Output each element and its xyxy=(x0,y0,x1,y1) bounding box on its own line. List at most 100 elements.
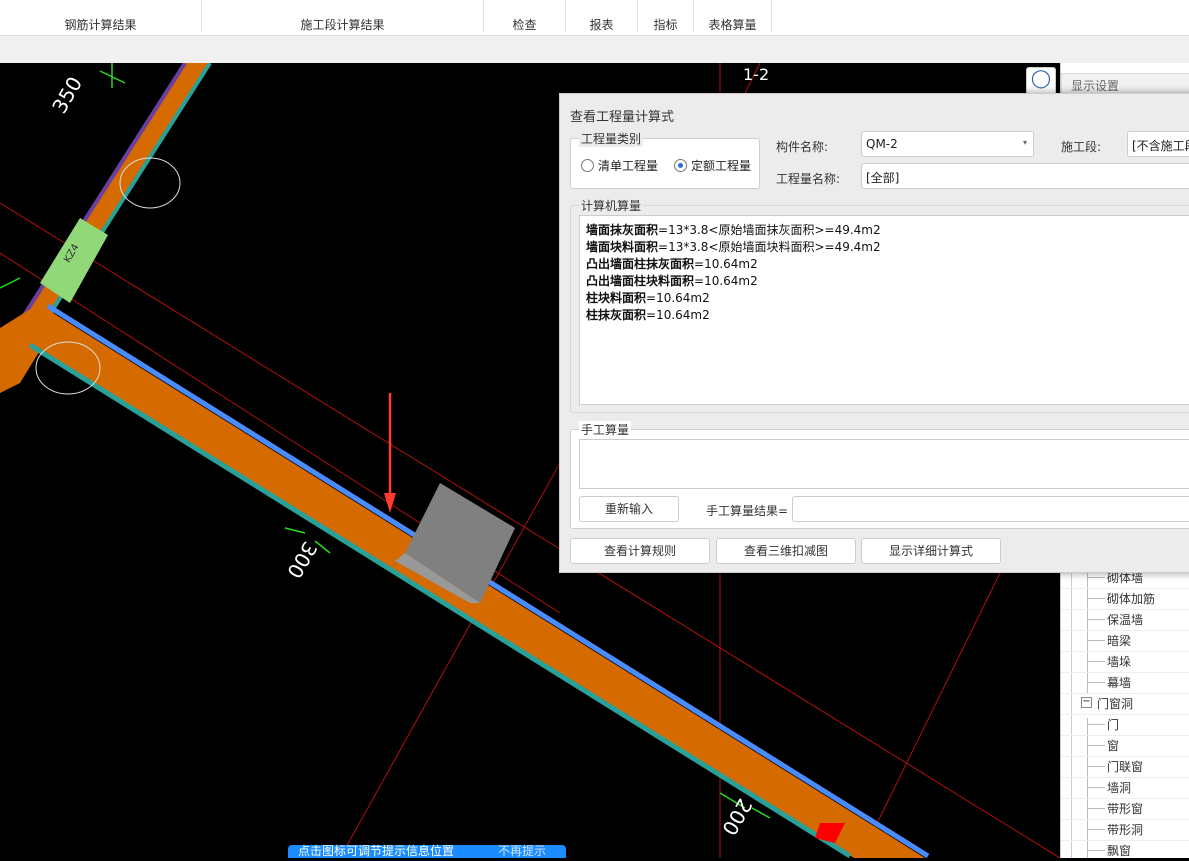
panel-title: 显示设置 xyxy=(1061,73,1189,95)
dialog-title: 查看工程量计算式 xyxy=(570,110,675,125)
manual-quantity-group: 手工算量 重新输入 手工算量结果= xyxy=(570,421,1189,529)
tree-row-divider xyxy=(1061,819,1189,820)
radio-label: 定额工程量 xyxy=(691,159,752,173)
formula-line: 凸出墙面柱块料面积=10.64m2 xyxy=(586,273,1189,290)
tree-item[interactable]: 窗 xyxy=(1107,738,1119,754)
tree-item[interactable]: 墙洞 xyxy=(1107,780,1131,796)
manual-legend: 手工算量 xyxy=(579,421,632,438)
tree-connector xyxy=(1087,829,1105,830)
formula-line: 柱抹灰面积=10.64m2 xyxy=(586,307,1189,324)
chevron-down-icon: ▾ xyxy=(1022,138,1027,147)
tree-row-divider xyxy=(1061,714,1189,715)
formula-line: 凸出墙面柱抹灰面积=10.64m2 xyxy=(586,256,1189,273)
formula-name: 墙面块料面积 xyxy=(586,240,659,254)
tree-connector xyxy=(1087,619,1105,620)
tree-connector xyxy=(1087,640,1105,641)
tree-row-divider xyxy=(1061,609,1189,610)
formula-expression: =10.64m2 xyxy=(646,308,710,322)
manual-result-label: 手工算量结果= xyxy=(706,504,789,518)
formula-line: 墙面抹灰面积=13*3.8<原始墙面抹灰面积>=49.4m2 xyxy=(586,222,1189,239)
quantity-name-label: 工程量名称: xyxy=(776,172,841,186)
formula-line: 柱块料面积=10.64m2 xyxy=(586,290,1189,307)
tree-item[interactable]: 带形洞 xyxy=(1107,822,1143,838)
tree-connector xyxy=(1087,745,1105,746)
tree-item[interactable]: 门联窗 xyxy=(1107,759,1143,775)
tree-row-divider xyxy=(1061,735,1189,736)
radio-quota-quantity[interactable]: 定额工程量 xyxy=(674,157,751,174)
stage-select[interactable]: [不含施工段 xyxy=(1127,131,1189,157)
stage-label: 施工段: xyxy=(1061,140,1102,154)
toast-dismiss-link[interactable]: 不再提示 xyxy=(498,845,546,858)
tree-row-divider xyxy=(1061,798,1189,799)
tree-connector xyxy=(1087,682,1105,683)
component-name-label: 构件名称: xyxy=(776,140,829,154)
tree-row-divider xyxy=(1061,588,1189,589)
tree-connector xyxy=(1087,850,1105,851)
quantity-formula-dialog: 查看工程量计算式 工程量类别 清单工程量 定额工程量 构件名称: QM-2 ▾ 施… xyxy=(559,93,1189,573)
view-3d-deduction-button[interactable]: 查看三维扣减图 xyxy=(716,538,856,564)
tree-item[interactable]: 砌体加筋 xyxy=(1107,591,1155,607)
tree-connector xyxy=(1087,598,1105,599)
tree-row-divider xyxy=(1061,630,1189,631)
formula-name: 墙面抹灰面积 xyxy=(586,223,659,237)
tree-item[interactable]: 墙垛 xyxy=(1107,654,1131,670)
formula-expression: =13*3.8<原始墙面块料面积>=49.4m2 xyxy=(658,240,881,254)
radio-selected-icon xyxy=(674,159,687,172)
reinput-button[interactable]: 重新输入 xyxy=(579,496,679,522)
formula-name: 柱抹灰面积 xyxy=(586,308,647,322)
ribbon-group-table-quantity[interactable]: 表格算量 xyxy=(694,0,772,32)
tree-connector xyxy=(1087,808,1105,809)
tree-row-divider xyxy=(1061,840,1189,841)
collapse-icon[interactable]: − xyxy=(1081,697,1092,708)
tree-connector xyxy=(1087,661,1105,662)
ribbon: 钢筋计算结果 施工段计算结果 检查 报表 指标 表格算量 xyxy=(0,0,1189,36)
tree-item[interactable]: 门 xyxy=(1107,717,1119,733)
formula-line: 墙面块料面积=13*3.8<原始墙面块料面积>=49.4m2 xyxy=(586,239,1189,256)
radio-label: 清单工程量 xyxy=(598,159,659,173)
toast-message: 点击图标可调节提示信息位置 xyxy=(298,844,455,858)
category-legend: 工程量类别 xyxy=(579,130,644,147)
tree-item[interactable]: 暗梁 xyxy=(1107,633,1131,649)
tree-connector xyxy=(1087,577,1105,578)
formula-expression: =13*3.8<原始墙面抹灰面积>=49.4m2 xyxy=(658,223,881,237)
ribbon-group-stage-results[interactable]: 施工段计算结果 xyxy=(202,0,484,32)
toolbar-strip xyxy=(0,36,1189,63)
tree-connector xyxy=(1087,766,1105,767)
formula-name: 凸出墙面柱抹灰面积 xyxy=(586,257,695,271)
ribbon-group-check[interactable]: 检查 xyxy=(484,0,566,32)
tree-row-divider xyxy=(1061,651,1189,652)
tree-item[interactable]: 保温墙 xyxy=(1107,612,1143,628)
axis-label: 1-2 xyxy=(743,65,770,84)
component-name-value: QM-2 xyxy=(866,137,898,151)
ribbon-group-report[interactable]: 报表 xyxy=(566,0,638,32)
formula-name: 柱块料面积 xyxy=(586,291,647,305)
computer-quantity-group: 计算机算量 墙面抹灰面积=13*3.8<原始墙面抹灰面积>=49.4m2 墙面块料… xyxy=(570,197,1189,413)
computer-legend: 计算机算量 xyxy=(579,197,644,214)
tree-row-divider xyxy=(1061,777,1189,778)
formula-expression: =10.64m2 xyxy=(694,257,758,271)
formula-name: 凸出墙面柱块料面积 xyxy=(586,274,695,288)
tree-row-divider xyxy=(1061,693,1189,694)
radio-bill-quantity[interactable]: 清单工程量 xyxy=(581,157,658,174)
tree-item[interactable]: 飘窗 xyxy=(1107,843,1131,859)
manual-result-input[interactable] xyxy=(792,496,1189,522)
tree-connector xyxy=(1087,787,1105,788)
tree-item[interactable]: 门窗洞 xyxy=(1097,696,1133,712)
tree-row-divider xyxy=(1061,756,1189,757)
tree-item[interactable]: 幕墙 xyxy=(1107,675,1131,691)
component-name-select[interactable]: QM-2 ▾ xyxy=(861,131,1034,157)
manual-formula-input[interactable] xyxy=(579,439,1189,489)
tree-item[interactable]: 带形窗 xyxy=(1107,801,1143,817)
ribbon-group-rebar-results[interactable]: 钢筋计算结果 xyxy=(0,0,202,32)
radio-icon xyxy=(581,159,594,172)
formula-expression: =10.64m2 xyxy=(694,274,758,288)
formula-textbox[interactable]: 墙面抹灰面积=13*3.8<原始墙面抹灰面积>=49.4m2 墙面块料面积=13*… xyxy=(579,215,1189,405)
tree-connector xyxy=(1087,724,1105,725)
view-rules-button[interactable]: 查看计算规则 xyxy=(570,538,710,564)
hint-toast: 点击图标可调节提示信息位置 不再提示 xyxy=(288,845,566,858)
tree-row-divider xyxy=(1061,672,1189,673)
quantity-name-select[interactable]: [全部] xyxy=(861,163,1189,189)
category-group: 工程量类别 清单工程量 定额工程量 xyxy=(570,130,760,189)
show-detail-formula-button[interactable]: 显示详细计算式 xyxy=(861,538,1001,564)
ribbon-group-indicator[interactable]: 指标 xyxy=(638,0,694,32)
